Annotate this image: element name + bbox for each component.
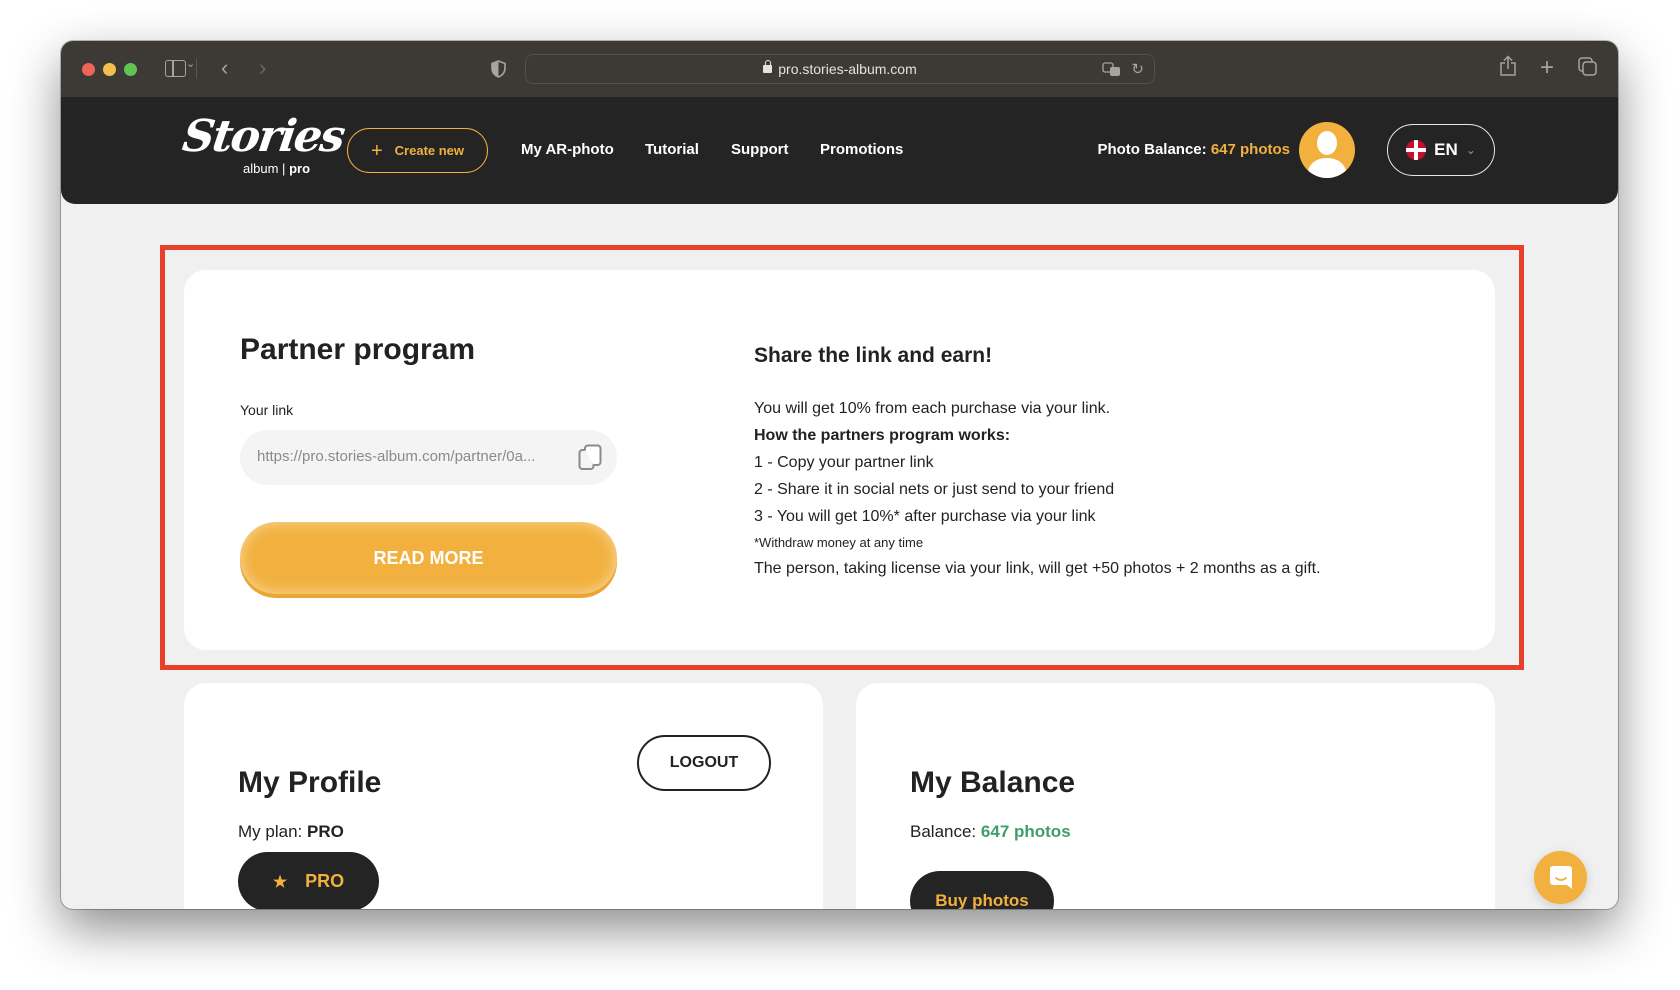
- stories-logo[interactable]: Stories album | pro: [179, 111, 346, 181]
- chevron-down-icon[interactable]: ⌄: [186, 59, 195, 70]
- reload-icon[interactable]: ↻: [1131, 60, 1144, 78]
- partner-line: The person, taking license via your link…: [754, 560, 1321, 577]
- language-selector[interactable]: EN ⌄: [1387, 124, 1495, 176]
- share-icon[interactable]: [1499, 55, 1517, 77]
- toolbar-divider: [196, 59, 197, 79]
- logo-sub: album | pro: [243, 161, 311, 176]
- lock-icon: [763, 60, 773, 73]
- header-balance-value: 647 photos: [1210, 141, 1290, 158]
- address-bar[interactable]: pro.stories-album.com ↻: [525, 54, 1155, 84]
- uk-flag-icon: [1406, 140, 1427, 160]
- logo-sub-light: album: [243, 161, 279, 176]
- partner-description: You will get 10% from each purchase via …: [754, 395, 1321, 582]
- my-balance-card: My Balance Balance: 647 photos Buy photo…: [856, 683, 1495, 909]
- zoom-window-button[interactable]: [124, 63, 137, 76]
- plan-text: My plan: PRO: [238, 822, 344, 842]
- partner-line: 2 - Share it in social nets or just send…: [754, 481, 1115, 498]
- partner-link-value: https://pro.stories-album.com/partner/0a…: [257, 448, 536, 465]
- balance-value: 647 photos: [980, 822, 1071, 841]
- user-silhouette-icon: [1307, 131, 1347, 178]
- partner-title: Partner program: [240, 333, 476, 366]
- your-link-label: Your link: [240, 402, 294, 418]
- create-new-label: Create new: [394, 143, 465, 158]
- profile-title: My Profile: [238, 766, 382, 799]
- close-window-button[interactable]: [82, 63, 95, 76]
- partner-line: You will get 10% from each purchase via …: [754, 400, 1111, 417]
- tabs-overview-icon[interactable]: [1578, 57, 1598, 77]
- header-photo-balance: Photo Balance: 647 photos: [1097, 141, 1290, 158]
- language-label: EN: [1434, 140, 1458, 159]
- url-text: pro.stories-album.com: [778, 61, 917, 77]
- my-profile-card: My Profile LOGOUT My plan: PRO ★ PRO: [184, 683, 823, 909]
- forward-icon[interactable]: ›: [259, 57, 266, 79]
- chat-icon: [1549, 865, 1572, 889]
- pro-plan-button[interactable]: ★ PRO: [238, 852, 379, 909]
- translate-icon[interactable]: [1102, 62, 1122, 78]
- chevron-down-icon: ⌄: [1465, 143, 1476, 157]
- pro-plan-label: PRO: [305, 871, 345, 891]
- logo-sub-bold: pro: [289, 161, 311, 176]
- star-icon: ★: [272, 873, 288, 891]
- balance-title: My Balance: [910, 766, 1076, 799]
- minimize-window-button[interactable]: [103, 63, 116, 76]
- partner-line: 1 - Copy your partner link: [754, 454, 934, 471]
- partner-footnote: *Withdraw money at any time: [754, 535, 924, 550]
- copy-icon[interactable]: [578, 444, 602, 471]
- plan-label: My plan:: [238, 822, 303, 841]
- new-tab-icon[interactable]: +: [1540, 56, 1554, 80]
- partner-program-card: Partner program Your link https://pro.st…: [184, 270, 1495, 650]
- balance-text: Balance: 647 photos: [910, 822, 1071, 842]
- nav-tutorial[interactable]: Tutorial: [645, 141, 699, 158]
- chat-support-button[interactable]: [1534, 851, 1587, 904]
- shield-icon[interactable]: [491, 60, 506, 78]
- nav-promotions[interactable]: Promotions: [820, 141, 903, 158]
- browser-window: ⌄ ‹ › pro.stories-album.com ↻ + Stories …: [61, 41, 1618, 909]
- logo-script: Stories: [179, 111, 347, 162]
- partner-line: How the partners program works:: [754, 427, 1011, 444]
- plan-value: PRO: [306, 822, 344, 841]
- header-balance-label: Photo Balance:: [1097, 141, 1207, 158]
- plus-icon: +: [370, 139, 383, 162]
- balance-label: Balance:: [910, 822, 977, 841]
- partner-line: 3 - You will get 10%* after purchase via…: [754, 508, 1096, 525]
- partner-link-field[interactable]: https://pro.stories-album.com/partner/0a…: [240, 430, 617, 485]
- buy-photos-button[interactable]: Buy photos: [910, 871, 1054, 909]
- nav-support[interactable]: Support: [731, 141, 789, 158]
- create-new-button[interactable]: + Create new: [347, 128, 488, 173]
- browser-toolbar: ⌄ ‹ › pro.stories-album.com ↻ +: [61, 41, 1618, 97]
- user-avatar[interactable]: [1299, 122, 1355, 178]
- sidebar-icon[interactable]: [165, 60, 186, 77]
- back-icon[interactable]: ‹: [221, 57, 228, 79]
- site-header: Stories album | pro + Create new My AR-p…: [61, 97, 1618, 204]
- nav-my-ar-photo[interactable]: My AR-photo: [521, 141, 614, 158]
- share-title: Share the link and earn!: [754, 344, 993, 367]
- read-more-button[interactable]: READ MORE: [240, 522, 617, 594]
- logout-button[interactable]: LOGOUT: [637, 735, 771, 791]
